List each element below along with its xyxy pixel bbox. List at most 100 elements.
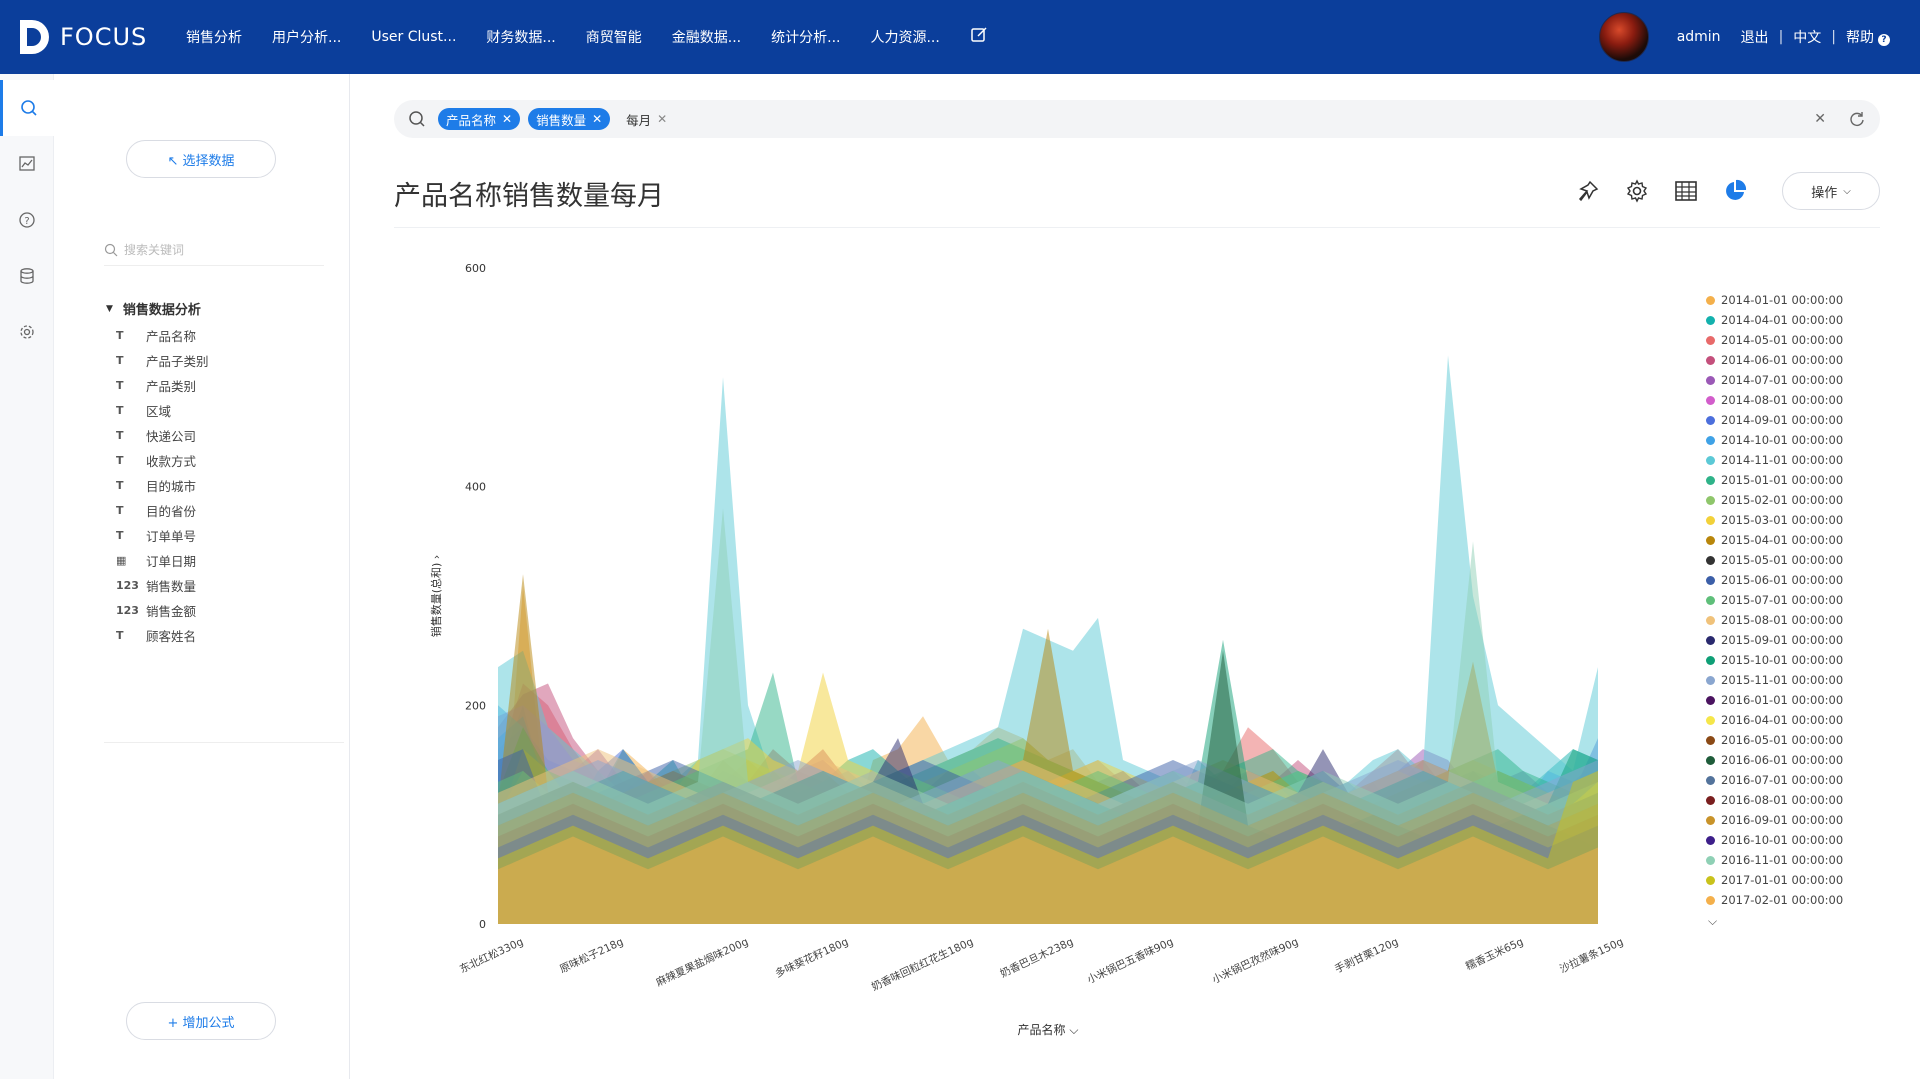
search-query-bar[interactable]: 产品名称 ✕ 销售数量 ✕ 每月 ✕ ✕ bbox=[394, 100, 1880, 138]
rail-database[interactable] bbox=[0, 248, 54, 304]
nav-item-financial-data[interactable]: 金融数据... bbox=[672, 27, 741, 47]
nav-item-statistics[interactable]: 统计分析... bbox=[771, 27, 840, 47]
legend-item[interactable]: 2014-10-01 00:00:00 bbox=[1706, 430, 1843, 450]
legend-item[interactable]: 2016-11-01 00:00:00 bbox=[1706, 850, 1843, 870]
clear-query-icon[interactable]: ✕ bbox=[1814, 111, 1826, 127]
legend-item[interactable]: 2016-05-01 00:00:00 bbox=[1706, 730, 1843, 750]
legend-item[interactable]: 2017-01-01 00:00:00 bbox=[1706, 870, 1843, 890]
settings-button[interactable] bbox=[1622, 176, 1652, 206]
legend-item[interactable]: 2014-07-01 00:00:00 bbox=[1706, 370, 1843, 390]
field-item[interactable]: T 快递公司 bbox=[116, 426, 196, 445]
nav-item-finance-data[interactable]: 财务数据... bbox=[486, 27, 555, 47]
query-tag-sales-quantity[interactable]: 销售数量 ✕ bbox=[528, 108, 611, 130]
legend-item[interactable]: 2016-07-01 00:00:00 bbox=[1706, 770, 1843, 790]
avatar[interactable] bbox=[1598, 12, 1649, 62]
logout-link[interactable]: 退出 bbox=[1741, 27, 1769, 47]
field-item[interactable]: T 订单单号 bbox=[116, 526, 196, 545]
field-search[interactable]: 搜索关键词 bbox=[104, 234, 324, 266]
legend-item[interactable]: 2016-09-01 00:00:00 bbox=[1706, 810, 1843, 830]
legend-label: 2015-04-01 00:00:00 bbox=[1721, 533, 1844, 547]
data-source-panel: ↖ 选择数据 搜索关键词 ▼ 销售数据分析 T 产品名称 T 产品子类别 T 产品类别 T 区… bbox=[54, 74, 350, 1079]
legend-item[interactable]: 2015-09-01 00:00:00 bbox=[1706, 630, 1843, 650]
legend-item[interactable]: 2014-05-01 00:00:00 bbox=[1706, 330, 1843, 350]
nav-item-hr[interactable]: 人力资源... bbox=[870, 27, 939, 47]
legend-item[interactable]: 2015-10-01 00:00:00 bbox=[1706, 650, 1843, 670]
tree-group-title[interactable]: ▼ 销售数据分析 bbox=[106, 299, 201, 318]
legend-item[interactable]: 2016-08-01 00:00:00 bbox=[1706, 790, 1843, 810]
rail-search[interactable] bbox=[0, 80, 54, 136]
field-item[interactable]: T 目的城市 bbox=[116, 476, 196, 495]
nav-item-sales-analysis[interactable]: 销售分析 bbox=[186, 27, 242, 47]
legend-item[interactable]: 2015-07-01 00:00:00 bbox=[1706, 590, 1843, 610]
legend-more-chevron-icon[interactable]: ⌵ bbox=[1708, 914, 1843, 929]
field-item[interactable]: T 收款方式 bbox=[116, 451, 196, 470]
focus-logo[interactable]: FOCUS bbox=[18, 18, 147, 56]
legend-item[interactable]: 2015-05-01 00:00:00 bbox=[1706, 550, 1843, 570]
field-item[interactable]: T 目的省份 bbox=[116, 501, 196, 520]
help-link[interactable]: 帮助? bbox=[1846, 27, 1890, 47]
rail-help[interactable]: ? bbox=[0, 192, 54, 248]
add-formula-button[interactable]: + 增加公式 bbox=[126, 1002, 276, 1040]
select-data-button[interactable]: ↖ 选择数据 bbox=[126, 140, 276, 178]
field-item[interactable]: 123 销售金额 bbox=[116, 601, 196, 620]
field-item[interactable]: T 顾客姓名 bbox=[116, 626, 196, 645]
close-icon[interactable]: ✕ bbox=[502, 112, 512, 126]
legend-item[interactable]: 2016-06-01 00:00:00 bbox=[1706, 750, 1843, 770]
legend-label: 2015-10-01 00:00:00 bbox=[1721, 653, 1844, 667]
user-area: admin 退出 | 中文 | 帮助? bbox=[1598, 0, 1900, 74]
text-type-icon: T bbox=[116, 429, 124, 442]
query-tag-monthly[interactable]: 每月 ✕ bbox=[618, 108, 675, 130]
field-item[interactable]: T 区域 bbox=[116, 401, 171, 420]
legend-swatch bbox=[1706, 655, 1715, 665]
nav-item-user-cluster[interactable]: User Clust... bbox=[371, 29, 456, 45]
x-axis-label[interactable]: 产品名称 ⌵ bbox=[1018, 1022, 1079, 1037]
field-item[interactable]: ▦ 订单日期 bbox=[116, 551, 196, 570]
gear-icon bbox=[20, 325, 34, 339]
close-icon[interactable]: ✕ bbox=[657, 112, 667, 126]
x-tick-label: 小米锅巴五香味90g bbox=[1085, 935, 1175, 986]
edit-nav-icon[interactable] bbox=[970, 26, 988, 48]
legend-item[interactable]: 2016-04-01 00:00:00 bbox=[1706, 710, 1843, 730]
legend-swatch bbox=[1706, 595, 1715, 605]
language-switch[interactable]: 中文 bbox=[1793, 27, 1821, 47]
field-item[interactable]: 123 销售数量 bbox=[116, 576, 196, 595]
legend-item[interactable]: 2015-08-01 00:00:00 bbox=[1706, 610, 1843, 630]
legend-item[interactable]: 2016-01-01 00:00:00 bbox=[1706, 690, 1843, 710]
operate-dropdown[interactable]: 操作 ⌵ bbox=[1782, 172, 1880, 210]
field-item[interactable]: T 产品类别 bbox=[116, 376, 196, 395]
legend-item[interactable]: 2014-09-01 00:00:00 bbox=[1706, 410, 1843, 430]
question-icon: ? bbox=[19, 212, 35, 228]
field-item[interactable]: T 产品子类别 bbox=[116, 351, 209, 370]
username[interactable]: admin bbox=[1677, 29, 1721, 45]
legend-item[interactable]: 2014-04-01 00:00:00 bbox=[1706, 310, 1843, 330]
legend-label: 2015-07-01 00:00:00 bbox=[1721, 593, 1844, 607]
field-label: 产品子类别 bbox=[146, 354, 209, 369]
legend-item[interactable]: 2014-06-01 00:00:00 bbox=[1706, 350, 1843, 370]
text-type-icon: T bbox=[116, 454, 124, 467]
legend-item[interactable]: 2017-02-01 00:00:00 bbox=[1706, 890, 1843, 910]
pin-button[interactable] bbox=[1573, 176, 1603, 206]
refresh-icon[interactable] bbox=[1848, 110, 1866, 128]
legend-item[interactable]: 2014-01-01 00:00:00 bbox=[1706, 290, 1843, 310]
legend-item[interactable]: 2014-11-01 00:00:00 bbox=[1706, 450, 1843, 470]
legend-item[interactable]: 2015-04-01 00:00:00 bbox=[1706, 530, 1843, 550]
legend-item[interactable]: 2015-11-01 00:00:00 bbox=[1706, 670, 1843, 690]
chart-type-button[interactable] bbox=[1720, 176, 1750, 206]
legend-item[interactable]: 2015-01-01 00:00:00 bbox=[1706, 470, 1843, 490]
close-icon[interactable]: ✕ bbox=[592, 112, 602, 126]
legend-item[interactable]: 2015-06-01 00:00:00 bbox=[1706, 570, 1843, 590]
legend-item[interactable]: 2014-08-01 00:00:00 bbox=[1706, 390, 1843, 410]
query-tag-product-name[interactable]: 产品名称 ✕ bbox=[438, 108, 521, 130]
legend-item[interactable]: 2015-02-01 00:00:00 bbox=[1706, 490, 1843, 510]
legend-item[interactable]: 2016-10-01 00:00:00 bbox=[1706, 830, 1843, 850]
pie-chart-icon bbox=[1726, 179, 1747, 200]
nav-item-user-analysis[interactable]: 用户分析... bbox=[272, 27, 341, 47]
rail-settings[interactable] bbox=[0, 304, 54, 360]
y-axis-label[interactable]: 销售数量(总和) › bbox=[429, 555, 443, 637]
legend-item[interactable]: 2015-03-01 00:00:00 bbox=[1706, 510, 1843, 530]
chart-toolbar: 操作 ⌵ bbox=[1554, 172, 1880, 210]
nav-item-trade-intelligence[interactable]: 商贸智能 bbox=[586, 27, 642, 47]
rail-dashboard[interactable] bbox=[0, 136, 54, 192]
table-view-button[interactable] bbox=[1671, 176, 1701, 206]
field-item[interactable]: T 产品名称 bbox=[116, 326, 196, 345]
